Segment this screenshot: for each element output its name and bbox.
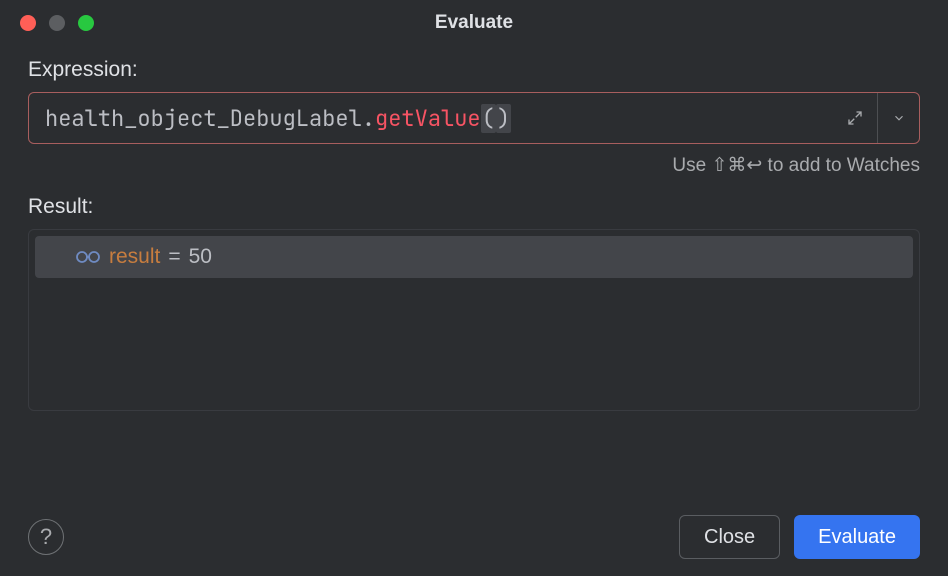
expression-token-dot: . — [362, 104, 375, 133]
chevron-down-icon — [892, 111, 906, 125]
content: Expression: health_object_DebugLabel.get… — [0, 46, 948, 411]
traffic-lights — [20, 15, 94, 31]
result-row[interactable]: result = 50 — [35, 236, 913, 278]
expression-token-open-paren: ( — [481, 104, 496, 133]
result-variable-name: result — [109, 245, 160, 269]
window-minimize-button[interactable] — [49, 15, 65, 31]
help-icon: ? — [40, 524, 52, 550]
expression-token-identifier: health_object_DebugLabel — [45, 104, 362, 133]
expression-token-method: getValue — [375, 104, 481, 133]
result-label: Result: — [28, 195, 920, 219]
evaluate-button-label: Evaluate — [818, 526, 896, 549]
expression-token-close-paren: ) — [496, 104, 511, 133]
evaluate-button[interactable]: Evaluate — [794, 515, 920, 559]
expand-icon — [846, 109, 864, 127]
expression-field[interactable]: health_object_DebugLabel.getValue() — [28, 92, 920, 144]
result-value: 50 — [189, 245, 212, 269]
expression-input[interactable]: health_object_DebugLabel.getValue() — [29, 93, 833, 143]
window-title: Evaluate — [435, 12, 513, 34]
help-button[interactable]: ? — [28, 519, 64, 555]
close-button-label: Close — [704, 526, 755, 549]
window-zoom-button[interactable] — [78, 15, 94, 31]
window-close-button[interactable] — [20, 15, 36, 31]
result-equals: = — [168, 245, 180, 269]
titlebar: Evaluate — [0, 0, 948, 46]
expression-actions — [833, 93, 919, 143]
footer: ? Close Evaluate — [0, 498, 948, 576]
result-panel: result = 50 — [28, 229, 920, 411]
expression-label: Expression: — [28, 58, 920, 82]
watches-hint: Use ⇧⌘↩ to add to Watches — [28, 154, 920, 177]
watch-icon — [75, 249, 101, 265]
close-button[interactable]: Close — [679, 515, 780, 559]
history-dropdown-button[interactable] — [877, 93, 919, 143]
expand-button[interactable] — [833, 93, 877, 143]
